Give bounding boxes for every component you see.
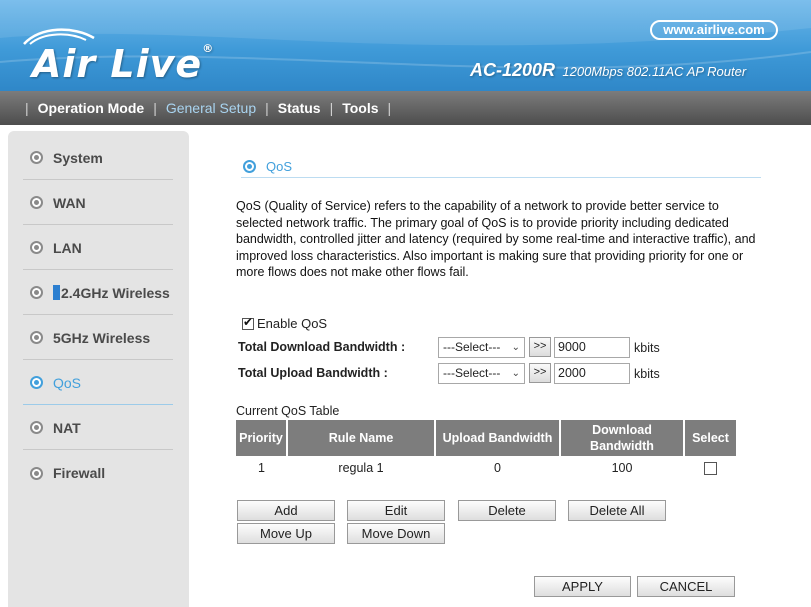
page-title: QoS (266, 159, 293, 174)
sidebar-item-label: QoS (53, 374, 82, 391)
sidebar-item-label: 5GHz Wireless (53, 329, 151, 346)
nav-separator: | (265, 100, 269, 116)
upload-apply-select-button[interactable]: >> (529, 363, 551, 383)
table-row: 1 regula 1 0 100 (236, 456, 736, 480)
nav-separator: | (25, 100, 29, 116)
cancel-button[interactable]: CANCEL (637, 576, 735, 597)
cell-download: 100 (611, 461, 633, 475)
column-header-download-bandwidth: Download Bandwidth (560, 420, 685, 456)
radio-bullet-icon (30, 331, 43, 344)
column-header-select: Select (684, 420, 736, 456)
model-description: 1200Mbps 802.11AC AP Router (562, 64, 747, 79)
radio-bullet-icon (30, 466, 43, 480)
download-bandwidth-input[interactable]: 9000 (554, 337, 630, 358)
qos-table-caption: Current QoS Table (236, 404, 340, 418)
sidebar-item-label: System (53, 149, 103, 166)
column-header-upload-bandwidth: Upload Bandwidth (435, 420, 561, 456)
header-banner: Air Live® www.airlive.com AC-1200R 1200M… (0, 0, 811, 91)
sidebar-item-24ghz-wireless[interactable]: 2.4GHz Wireless (23, 271, 173, 315)
radio-bullet-icon (30, 376, 43, 389)
cell-upload: 0 (494, 461, 501, 475)
apply-button[interactable]: APPLY (534, 576, 631, 597)
nav-tools[interactable]: Tools (342, 100, 378, 116)
sidebar-item-label: 2.4GHz Wireless (61, 284, 170, 301)
nav-operation-mode[interactable]: Operation Mode (38, 100, 145, 116)
download-bandwidth-label: Total Download Bandwidth : (238, 340, 406, 354)
upload-bandwidth-input[interactable]: 2000 (554, 363, 630, 384)
radio-bullet-icon (30, 241, 43, 254)
edit-button[interactable]: Edit (347, 500, 445, 521)
cell-select (684, 456, 736, 480)
sidebar-item-system[interactable]: System (23, 136, 173, 180)
sidebar-item-firewall[interactable]: Firewall (23, 451, 173, 495)
move-down-button[interactable]: Move Down (347, 523, 445, 544)
cell-rule-name: regula 1 (338, 461, 384, 475)
model-title: AC-1200R 1200Mbps 802.11AC AP Router (470, 60, 746, 81)
enable-qos-row: Enable QoS (242, 315, 328, 331)
radio-bullet-icon (30, 286, 43, 299)
nav-separator: | (329, 100, 334, 116)
radio-bullet-icon (30, 196, 43, 209)
sidebar-item-label: NAT (53, 419, 81, 436)
sidebar-item-label: WAN (53, 194, 86, 211)
text-cursor-highlight (53, 285, 60, 300)
enable-qos-label: Enable QoS (257, 316, 328, 331)
sidebar: System WAN LAN 2.4GHz Wireless 5GHz Wire… (8, 131, 189, 607)
sidebar-item-label: LAN (53, 239, 82, 256)
top-nav-bar: | Operation Mode | General Setup | Statu… (0, 91, 811, 125)
nav-status[interactable]: Status (278, 100, 321, 116)
sidebar-item-nat[interactable]: NAT (23, 406, 173, 450)
upload-bandwidth-select[interactable]: ---Select--- ⌄ (438, 363, 525, 384)
download-bandwidth-select[interactable]: ---Select--- ⌄ (438, 337, 525, 358)
download-apply-select-button[interactable]: >> (529, 337, 551, 357)
download-unit-label: kbits (634, 341, 660, 355)
section-title: QoS (241, 156, 761, 178)
row-select-checkbox[interactable] (703, 462, 717, 476)
enable-qos-checkbox[interactable] (242, 315, 254, 330)
move-up-button[interactable]: Move Up (237, 523, 335, 544)
qos-description: QoS (Quality of Service) refers to the c… (236, 199, 756, 279)
cell-priority: 1 (258, 461, 265, 475)
sidebar-item-qos[interactable]: QoS (23, 361, 173, 405)
qos-rules-table: Priority Rule Name Upload Bandwidth Down… (236, 420, 736, 480)
website-url[interactable]: www.airlive.com (650, 20, 778, 40)
delete-button[interactable]: Delete (458, 500, 556, 521)
sidebar-item-wan[interactable]: WAN (23, 181, 173, 225)
nav-separator: | (153, 100, 157, 116)
column-header-priority: Priority (236, 420, 288, 456)
nav-general-setup[interactable]: General Setup (166, 100, 256, 116)
column-header-rule-name: Rule Name (287, 420, 436, 456)
add-button[interactable]: Add (237, 500, 335, 521)
chevron-down-icon: ⌄ (511, 342, 520, 353)
sidebar-item-lan[interactable]: LAN (23, 226, 173, 270)
sidebar-item-label: Firewall (53, 465, 106, 481)
chevron-down-icon: ⌄ (511, 368, 520, 379)
nav-separator: | (387, 100, 392, 116)
radio-bullet-icon (243, 160, 256, 173)
radio-bullet-icon (30, 421, 43, 434)
radio-bullet-icon (30, 151, 43, 164)
sidebar-item-5ghz-wireless[interactable]: 5GHz Wireless (23, 316, 173, 360)
airlive-logo: Air Live® (32, 42, 215, 86)
delete-all-button[interactable]: Delete All (568, 500, 666, 521)
model-name: AC-1200R (470, 60, 556, 80)
upload-unit-label: kbits (634, 367, 660, 381)
upload-bandwidth-label: Total Upload Bandwidth : (238, 366, 388, 380)
